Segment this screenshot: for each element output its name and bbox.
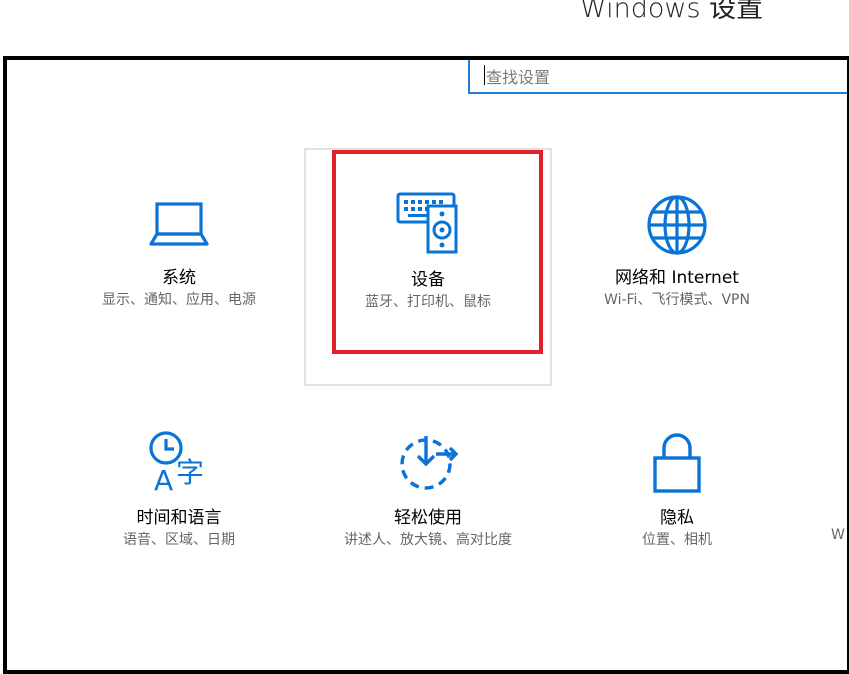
- devices-icon: [396, 192, 458, 254]
- tile-ease-of-access[interactable]: 轻松使用 讲述人、放大镜、高对比度: [304, 390, 552, 628]
- tile-system[interactable]: 系统 显示、通知、应用、电源: [55, 150, 303, 388]
- time-language-icon: A 字: [149, 431, 204, 494]
- tile-devices[interactable]: 设备 蓝牙、打印机、鼠标: [304, 148, 552, 386]
- tile-title: 系统: [162, 268, 196, 288]
- svg-text:A: A: [154, 464, 173, 494]
- tile-title: 轻松使用: [394, 508, 462, 528]
- tile-title: 时间和语言: [136, 508, 222, 528]
- svg-text:字: 字: [176, 456, 204, 489]
- tile-title: 隐私: [660, 508, 694, 528]
- search-placeholder[interactable]: 查找设置: [486, 64, 550, 88]
- tile-subtitle: Wi-Fi、飞行模式、VPN: [604, 292, 750, 308]
- tile-subtitle: 位置、相机: [642, 532, 712, 548]
- tile-subtitle: 显示、通知、应用、电源: [102, 292, 256, 308]
- tile-time-language[interactable]: A 字 时间和语言 语音、区域、日期: [55, 390, 303, 628]
- globe-icon: [647, 195, 707, 255]
- tile-subtitle: 讲述人、放大镜、高对比度: [344, 532, 512, 548]
- search-box[interactable]: 查找设置: [468, 60, 847, 94]
- tile-subtitle: 语音、区域、日期: [123, 532, 235, 548]
- clipped-tile-subtitle: W: [831, 527, 845, 543]
- tile-title: 设备: [411, 270, 445, 290]
- tile-network[interactable]: 网络和 Internet Wi-Fi、飞行模式、VPN: [553, 150, 801, 388]
- tile-subtitle: 蓝牙、打印机、鼠标: [365, 294, 491, 310]
- laptop-icon: [149, 202, 209, 246]
- text-caret: [484, 65, 485, 85]
- window-title: Windows 设置: [580, 0, 764, 24]
- tile-privacy[interactable]: 隐私 位置、相机: [553, 390, 801, 628]
- lock-icon: [653, 433, 701, 493]
- tile-title: 网络和 Internet: [615, 268, 739, 288]
- ease-of-access-icon: [400, 436, 459, 490]
- settings-window: 查找设置 系统 显示、通知、应用、电源 设备 蓝牙、打印机、鼠标 网络和 Int…: [3, 56, 849, 674]
